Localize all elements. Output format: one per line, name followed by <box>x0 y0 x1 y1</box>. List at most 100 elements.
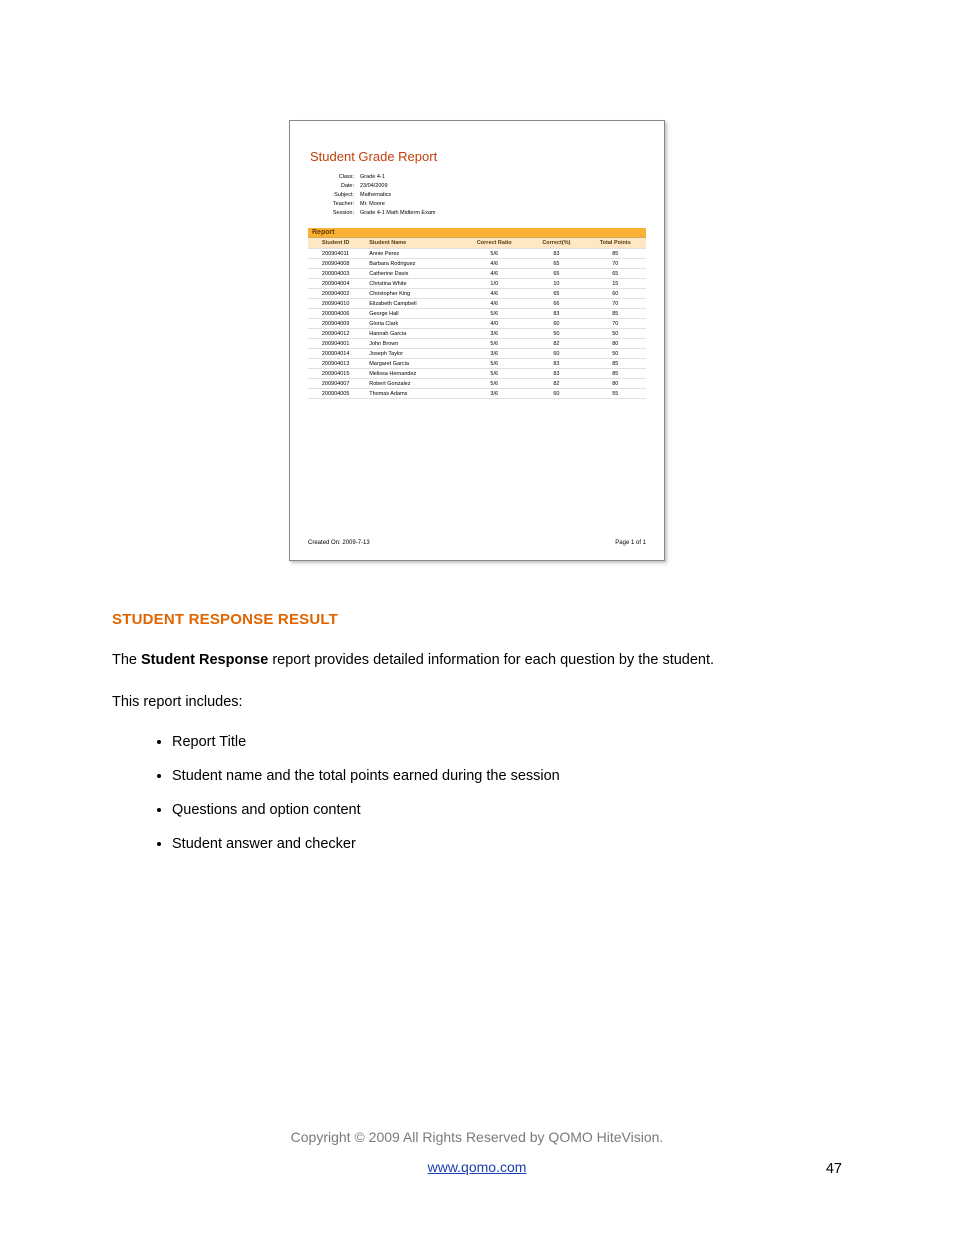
table-row: 200904007Robert Gonzalez5/68280 <box>308 379 646 389</box>
cell-points: 70 <box>585 259 646 269</box>
cell-id: 200904005 <box>308 389 363 399</box>
list-item: Questions and option content <box>172 802 842 818</box>
cell-id: 200904011 <box>308 249 363 259</box>
table-row: 200904012Hannah Garcia3/65050 <box>308 329 646 339</box>
table-row: 200904002Christopher King4/66560 <box>308 289 646 299</box>
cell-ratio: 1/0 <box>460 279 528 289</box>
meta-session-label: Session: <box>314 210 354 216</box>
table-row: 200904001John Brown5/68280 <box>308 339 646 349</box>
cell-id: 200904007 <box>308 379 363 389</box>
table-row: 200904006George Hall5/68385 <box>308 309 646 319</box>
cell-id: 200904009 <box>308 319 363 329</box>
cell-ratio: 4/0 <box>460 319 528 329</box>
cell-ratio: 5/6 <box>460 379 528 389</box>
cell-points: 80 <box>585 339 646 349</box>
cell-points: 70 <box>585 319 646 329</box>
report-footer: Created On: 2009-7-13 Page 1 of 1 <box>308 540 646 546</box>
cell-points: 55 <box>585 389 646 399</box>
table-row: 200904014Joseph Taylor3/66050 <box>308 349 646 359</box>
cell-ratio: 3/6 <box>460 349 528 359</box>
cell-id: 200904010 <box>308 299 363 309</box>
cell-name: Gloria Clark <box>363 319 460 329</box>
cell-id: 200904014 <box>308 349 363 359</box>
cell-name: Catherine Davis <box>363 269 460 279</box>
cell-pct: 66 <box>528 299 584 309</box>
cell-id: 200904001 <box>308 339 363 349</box>
cell-id: 200904004 <box>308 279 363 289</box>
cell-name: Thomas Adams <box>363 389 460 399</box>
cell-points: 80 <box>585 379 646 389</box>
cell-pct: 82 <box>528 379 584 389</box>
meta-teacher-label: Teacher: <box>314 201 354 207</box>
doc-paragraph-2: This report includes: <box>112 692 842 714</box>
cell-ratio: 4/6 <box>460 299 528 309</box>
cell-id: 200904002 <box>308 289 363 299</box>
cell-points: 70 <box>585 299 646 309</box>
cell-name: John Brown <box>363 339 460 349</box>
cell-pct: 83 <box>528 309 584 319</box>
meta-subject-label: Subject: <box>314 192 354 198</box>
cell-name: Robert Gonzalez <box>363 379 460 389</box>
report-page-indicator: Page 1 of 1 <box>615 540 646 546</box>
cell-points: 60 <box>585 289 646 299</box>
cell-pct: 10 <box>528 279 584 289</box>
table-row: 200904011Annie Perez5/68385 <box>308 249 646 259</box>
cell-name: Melissa Hernandez <box>363 369 460 379</box>
cell-id: 200904013 <box>308 359 363 369</box>
doc-section-title: STUDENT RESPONSE RESULT <box>112 611 842 628</box>
cell-name: Elizabeth Campbell <box>363 299 460 309</box>
list-item: Student name and the total points earned… <box>172 768 842 784</box>
table-row: 200904015Melissa Hernandez5/68385 <box>308 369 646 379</box>
cell-ratio: 5/6 <box>460 249 528 259</box>
website-link[interactable]: www.qomo.com <box>0 1159 954 1175</box>
page-number: 47 <box>826 1161 842 1177</box>
created-on: Created On: 2009-7-13 <box>308 540 370 546</box>
cell-ratio: 4/6 <box>460 269 528 279</box>
cell-id: 200904015 <box>308 369 363 379</box>
cell-ratio: 3/6 <box>460 329 528 339</box>
cell-name: Barbara Rodriguez <box>363 259 460 269</box>
embedded-report: Student Grade Report Class:Grade 4-1 Dat… <box>289 120 665 561</box>
list-item: Report Title <box>172 734 842 750</box>
cell-points: 50 <box>585 329 646 339</box>
table-header-row: Student ID Student Name Correct Ratio Co… <box>308 238 646 249</box>
doc-paragraph-1: The Student Response report provides det… <box>112 650 842 672</box>
cell-pct: 82 <box>528 339 584 349</box>
cell-id: 200904003 <box>308 269 363 279</box>
cell-pct: 83 <box>528 249 584 259</box>
table-row: 200904013Margaret Garcia5/68385 <box>308 359 646 369</box>
page-footer: Copyright © 2009 All Rights Reserved by … <box>0 1129 954 1175</box>
cell-name: George Hall <box>363 309 460 319</box>
cell-points: 85 <box>585 309 646 319</box>
list-item: Student answer and checker <box>172 836 842 852</box>
report-table-wrap: Student ID Student Name Correct Ratio Co… <box>308 237 646 532</box>
cell-pct: 65 <box>528 269 584 279</box>
table-row: 200904009Gloria Clark4/06070 <box>308 319 646 329</box>
cell-name: Christina White <box>363 279 460 289</box>
report-meta: Class: Grade 4-1 Date: 23/04/2009 Subject:… <box>314 174 646 216</box>
cell-pct: 50 <box>528 329 584 339</box>
cell-pct: 60 <box>528 389 584 399</box>
copyright-text: Copyright © 2009 All Rights Reserved by … <box>291 1129 664 1145</box>
cell-pct: 60 <box>528 319 584 329</box>
meta-class-label: Class: <box>314 174 354 180</box>
cell-name: Christopher King <box>363 289 460 299</box>
cell-points: 85 <box>585 369 646 379</box>
cell-name: Annie Perez <box>363 249 460 259</box>
cell-points: 15 <box>585 279 646 289</box>
meta-class-value: Grade 4-1 <box>360 174 385 180</box>
col-ratio: Correct Ratio <box>460 238 528 249</box>
cell-pct: 83 <box>528 359 584 369</box>
cell-ratio: 5/6 <box>460 339 528 349</box>
cell-id: 200904012 <box>308 329 363 339</box>
table-row: 200904004Christina White1/01015 <box>308 279 646 289</box>
cell-ratio: 4/6 <box>460 289 528 299</box>
col-points: Total Points <box>585 238 646 249</box>
cell-ratio: 4/6 <box>460 259 528 269</box>
col-pct: Correct(%) <box>528 238 584 249</box>
cell-pct: 60 <box>528 349 584 359</box>
cell-pct: 65 <box>528 289 584 299</box>
meta-date-value: 23/04/2009 <box>360 183 388 189</box>
cell-name: Hannah Garcia <box>363 329 460 339</box>
meta-date-label: Date: <box>314 183 354 189</box>
